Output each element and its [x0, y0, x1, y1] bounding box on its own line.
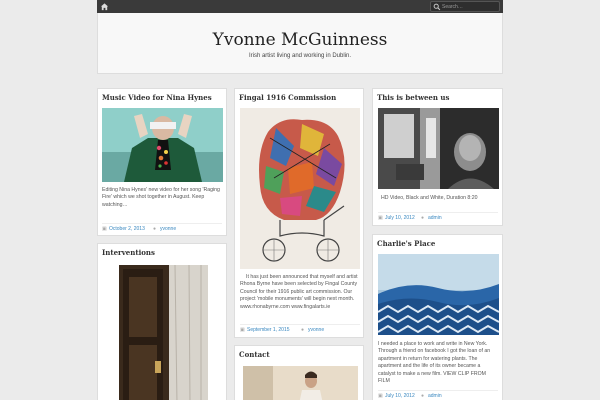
post-meta: ▣ October 2, 2013 ● yvonne — [102, 223, 222, 233]
post-thumbnail[interactable] — [378, 108, 499, 189]
post-title[interactable]: This is between us — [377, 93, 449, 102]
search-box[interactable] — [430, 1, 500, 12]
post-thumbnail[interactable] — [378, 254, 499, 335]
post-card-between-us: This is between us HD Video, Black and W… — [372, 88, 503, 226]
post-title[interactable]: Fingal 1916 Commission — [239, 93, 336, 102]
user-icon: ● — [421, 393, 425, 399]
post-meta: ▣ July 10, 2012 ● admin — [378, 212, 498, 222]
site-description: Irish artist living and working in Dubli… — [248, 53, 352, 59]
post-thumbnail[interactable] — [240, 108, 360, 269]
post-date[interactable]: September 1, 2015 — [247, 327, 290, 333]
post-excerpt: Editing Nina Hynes' new video for her so… — [102, 187, 220, 208]
user-icon: ● — [421, 215, 425, 221]
site-header: Yvonne McGuinness Irish artist living an… — [97, 13, 503, 74]
user-icon: ● — [153, 226, 157, 232]
post-date[interactable]: October 2, 2013 — [109, 226, 145, 232]
post-card-interventions: Interventions — [97, 243, 227, 400]
post-author[interactable]: yvonne — [308, 327, 324, 333]
post-title[interactable]: Music Video for Nina Hynes — [102, 93, 212, 102]
calendar-icon: ▣ — [240, 327, 245, 333]
post-card-contact: Contact — [234, 345, 364, 400]
post-meta: ▣ July 10, 2012 ● admin — [378, 390, 498, 400]
post-card-fingal: Fingal 1916 Commission It has just been … — [234, 88, 364, 338]
post-title[interactable]: Charlie's Place — [377, 239, 435, 248]
post-thumbnail[interactable] — [102, 108, 223, 182]
calendar-icon: ▣ — [102, 226, 107, 232]
post-author[interactable]: yvonne — [160, 226, 176, 232]
post-thumbnail[interactable] — [119, 265, 208, 400]
post-card-music-video: Music Video for Nina Hynes Editing Nina … — [97, 88, 227, 236]
post-title[interactable]: Contact — [239, 350, 270, 359]
post-card-charlies-place: Charlie's Place I needed a place to work… — [372, 234, 503, 400]
post-excerpt: I needed a place to work and write in Ne… — [378, 341, 491, 385]
post-author[interactable]: admin — [428, 393, 442, 399]
post-meta: ▣ September 1, 2015 ● yvonne — [240, 324, 360, 334]
calendar-icon: ▣ — [378, 393, 383, 399]
post-author[interactable]: admin — [428, 215, 442, 221]
search-input[interactable] — [442, 2, 498, 11]
site-title[interactable]: Yvonne McGuinness — [98, 30, 502, 50]
post-excerpt: It has just been announced that myself a… — [240, 274, 358, 310]
post-date[interactable]: July 10, 2012 — [385, 393, 415, 399]
post-thumbnail[interactable] — [243, 366, 358, 400]
post-title[interactable]: Interventions — [102, 248, 155, 257]
post-excerpt: HD Video, Black and White, Duration 8:20 — [381, 195, 478, 201]
search-icon — [433, 3, 441, 11]
post-date[interactable]: July 10, 2012 — [385, 215, 415, 221]
user-icon: ● — [301, 327, 305, 333]
home-icon[interactable] — [100, 2, 109, 11]
calendar-icon: ▣ — [378, 215, 383, 221]
